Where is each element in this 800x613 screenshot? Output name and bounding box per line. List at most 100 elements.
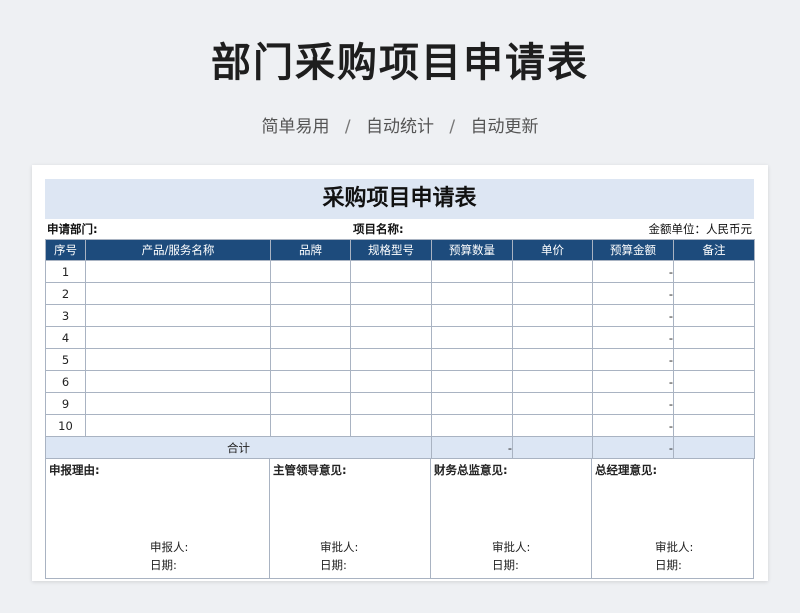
- brand-cell[interactable]: [270, 392, 351, 415]
- column-header-spec: 规格型号: [350, 239, 432, 261]
- table-row: 10 -: [45, 414, 755, 437]
- page-title: 部门采购项目申请表: [211, 40, 589, 86]
- product-cell[interactable]: [85, 392, 271, 415]
- approver-label: 审批人:: [320, 540, 359, 554]
- applicant-label: 申报人:: [150, 540, 189, 554]
- date-label: 日期:: [655, 558, 682, 572]
- general-manager-opinion-label: 总经理意见:: [595, 463, 658, 477]
- row-index: 6: [45, 370, 86, 393]
- brand-cell[interactable]: [270, 414, 351, 437]
- column-header-quantity: 预算数量: [431, 239, 513, 261]
- unit-price-cell[interactable]: [512, 392, 593, 415]
- quantity-cell[interactable]: [431, 282, 513, 305]
- finance-director-opinion-box[interactable]: 财务总监意见: 审批人: 日期:: [431, 459, 592, 579]
- table-row: 4 -: [45, 326, 755, 349]
- subtitle-item: 自动更新: [470, 117, 539, 137]
- notes-cell[interactable]: [673, 326, 755, 349]
- subtitle: 简单易用 / 自动统计 / 自动更新: [0, 112, 800, 137]
- table-row: 1 -: [45, 260, 755, 283]
- amount-cell: -: [592, 414, 674, 437]
- amount-cell: -: [592, 326, 674, 349]
- quantity-cell[interactable]: [431, 326, 513, 349]
- amount-cell: -: [592, 282, 674, 305]
- spreadsheet-preview: 采购项目申请表 申请部门: 项目名称: 金额单位：人民币元 序号 产品/服务名称…: [32, 165, 768, 581]
- quantity-cell[interactable]: [431, 260, 513, 283]
- unit-price-cell[interactable]: [512, 326, 593, 349]
- form-title: 采购项目申请表: [45, 179, 754, 219]
- spec-cell[interactable]: [350, 260, 432, 283]
- reason-box[interactable]: 申报理由: 申报人: 日期:: [45, 459, 270, 579]
- notes-cell[interactable]: [673, 414, 755, 437]
- quantity-cell[interactable]: [431, 392, 513, 415]
- approver-label: 审批人:: [655, 540, 694, 554]
- total-label: 合计: [45, 436, 432, 459]
- quantity-cell[interactable]: [431, 304, 513, 327]
- product-cell[interactable]: [85, 260, 271, 283]
- table-row: 2 -: [45, 282, 755, 305]
- quantity-cell[interactable]: [431, 370, 513, 393]
- unit-price-cell[interactable]: [512, 260, 593, 283]
- table-header-row: 序号 产品/服务名称 品牌 规格型号 预算数量 单价 预算金额 备注: [45, 239, 755, 261]
- brand-cell[interactable]: [270, 326, 351, 349]
- brand-cell[interactable]: [270, 304, 351, 327]
- date-label: 日期:: [492, 558, 519, 572]
- row-index: 3: [45, 304, 86, 327]
- row-index: 5: [45, 348, 86, 371]
- spec-cell[interactable]: [350, 282, 432, 305]
- subtitle-separator: /: [449, 117, 456, 137]
- spec-cell[interactable]: [350, 414, 432, 437]
- notes-cell[interactable]: [673, 392, 755, 415]
- general-manager-opinion-box[interactable]: 总经理意见: 审批人: 日期:: [592, 459, 754, 579]
- column-header-notes: 备注: [673, 239, 755, 261]
- spec-cell[interactable]: [350, 326, 432, 349]
- form-info-row: 申请部门: 项目名称: 金额单位：人民币元: [45, 219, 754, 239]
- amount-cell: -: [592, 348, 674, 371]
- product-cell[interactable]: [85, 370, 271, 393]
- spec-cell[interactable]: [350, 392, 432, 415]
- brand-cell[interactable]: [270, 282, 351, 305]
- table-row: 9 -: [45, 392, 755, 415]
- notes-cell[interactable]: [673, 348, 755, 371]
- total-unit-price: [512, 436, 593, 459]
- notes-cell[interactable]: [673, 282, 755, 305]
- product-cell[interactable]: [85, 326, 271, 349]
- product-cell[interactable]: [85, 414, 271, 437]
- brand-cell[interactable]: [270, 348, 351, 371]
- currency-unit-label: 金额单位：人民币元: [648, 222, 753, 236]
- unit-price-cell[interactable]: [512, 370, 593, 393]
- unit-price-cell[interactable]: [512, 282, 593, 305]
- notes-cell[interactable]: [673, 370, 755, 393]
- amount-cell: -: [592, 260, 674, 283]
- unit-price-cell[interactable]: [512, 348, 593, 371]
- column-header-amount: 预算金额: [592, 239, 674, 261]
- approval-section: 申报理由: 申报人: 日期: 主管领导意见: 审批人: 日期: 财务总监意见: …: [45, 459, 754, 579]
- department-label: 申请部门:: [47, 222, 98, 236]
- notes-cell[interactable]: [673, 260, 755, 283]
- supervisor-opinion-label: 主管领导意见:: [273, 463, 347, 477]
- unit-price-cell[interactable]: [512, 304, 593, 327]
- spec-cell[interactable]: [350, 348, 432, 371]
- table-row: 6 -: [45, 370, 755, 393]
- amount-cell: -: [592, 392, 674, 415]
- date-label: 日期:: [320, 558, 347, 572]
- subtitle-separator: /: [344, 117, 351, 137]
- items-table: 序号 产品/服务名称 品牌 规格型号 预算数量 单价 预算金额 备注 1 - 2…: [45, 239, 755, 459]
- approver-label: 审批人:: [492, 540, 531, 554]
- supervisor-opinion-box[interactable]: 主管领导意见: 审批人: 日期:: [270, 459, 431, 579]
- brand-cell[interactable]: [270, 370, 351, 393]
- product-cell[interactable]: [85, 348, 271, 371]
- spec-cell[interactable]: [350, 304, 432, 327]
- unit-price-cell[interactable]: [512, 414, 593, 437]
- product-cell[interactable]: [85, 304, 271, 327]
- finance-director-opinion-label: 财务总监意见:: [434, 463, 508, 477]
- project-name-label: 项目名称:: [353, 222, 404, 236]
- table-row: 3 -: [45, 304, 755, 327]
- quantity-cell[interactable]: [431, 414, 513, 437]
- date-label: 日期:: [150, 558, 177, 572]
- quantity-cell[interactable]: [431, 348, 513, 371]
- brand-cell[interactable]: [270, 260, 351, 283]
- spec-cell[interactable]: [350, 370, 432, 393]
- notes-cell[interactable]: [673, 304, 755, 327]
- product-cell[interactable]: [85, 282, 271, 305]
- amount-cell: -: [592, 370, 674, 393]
